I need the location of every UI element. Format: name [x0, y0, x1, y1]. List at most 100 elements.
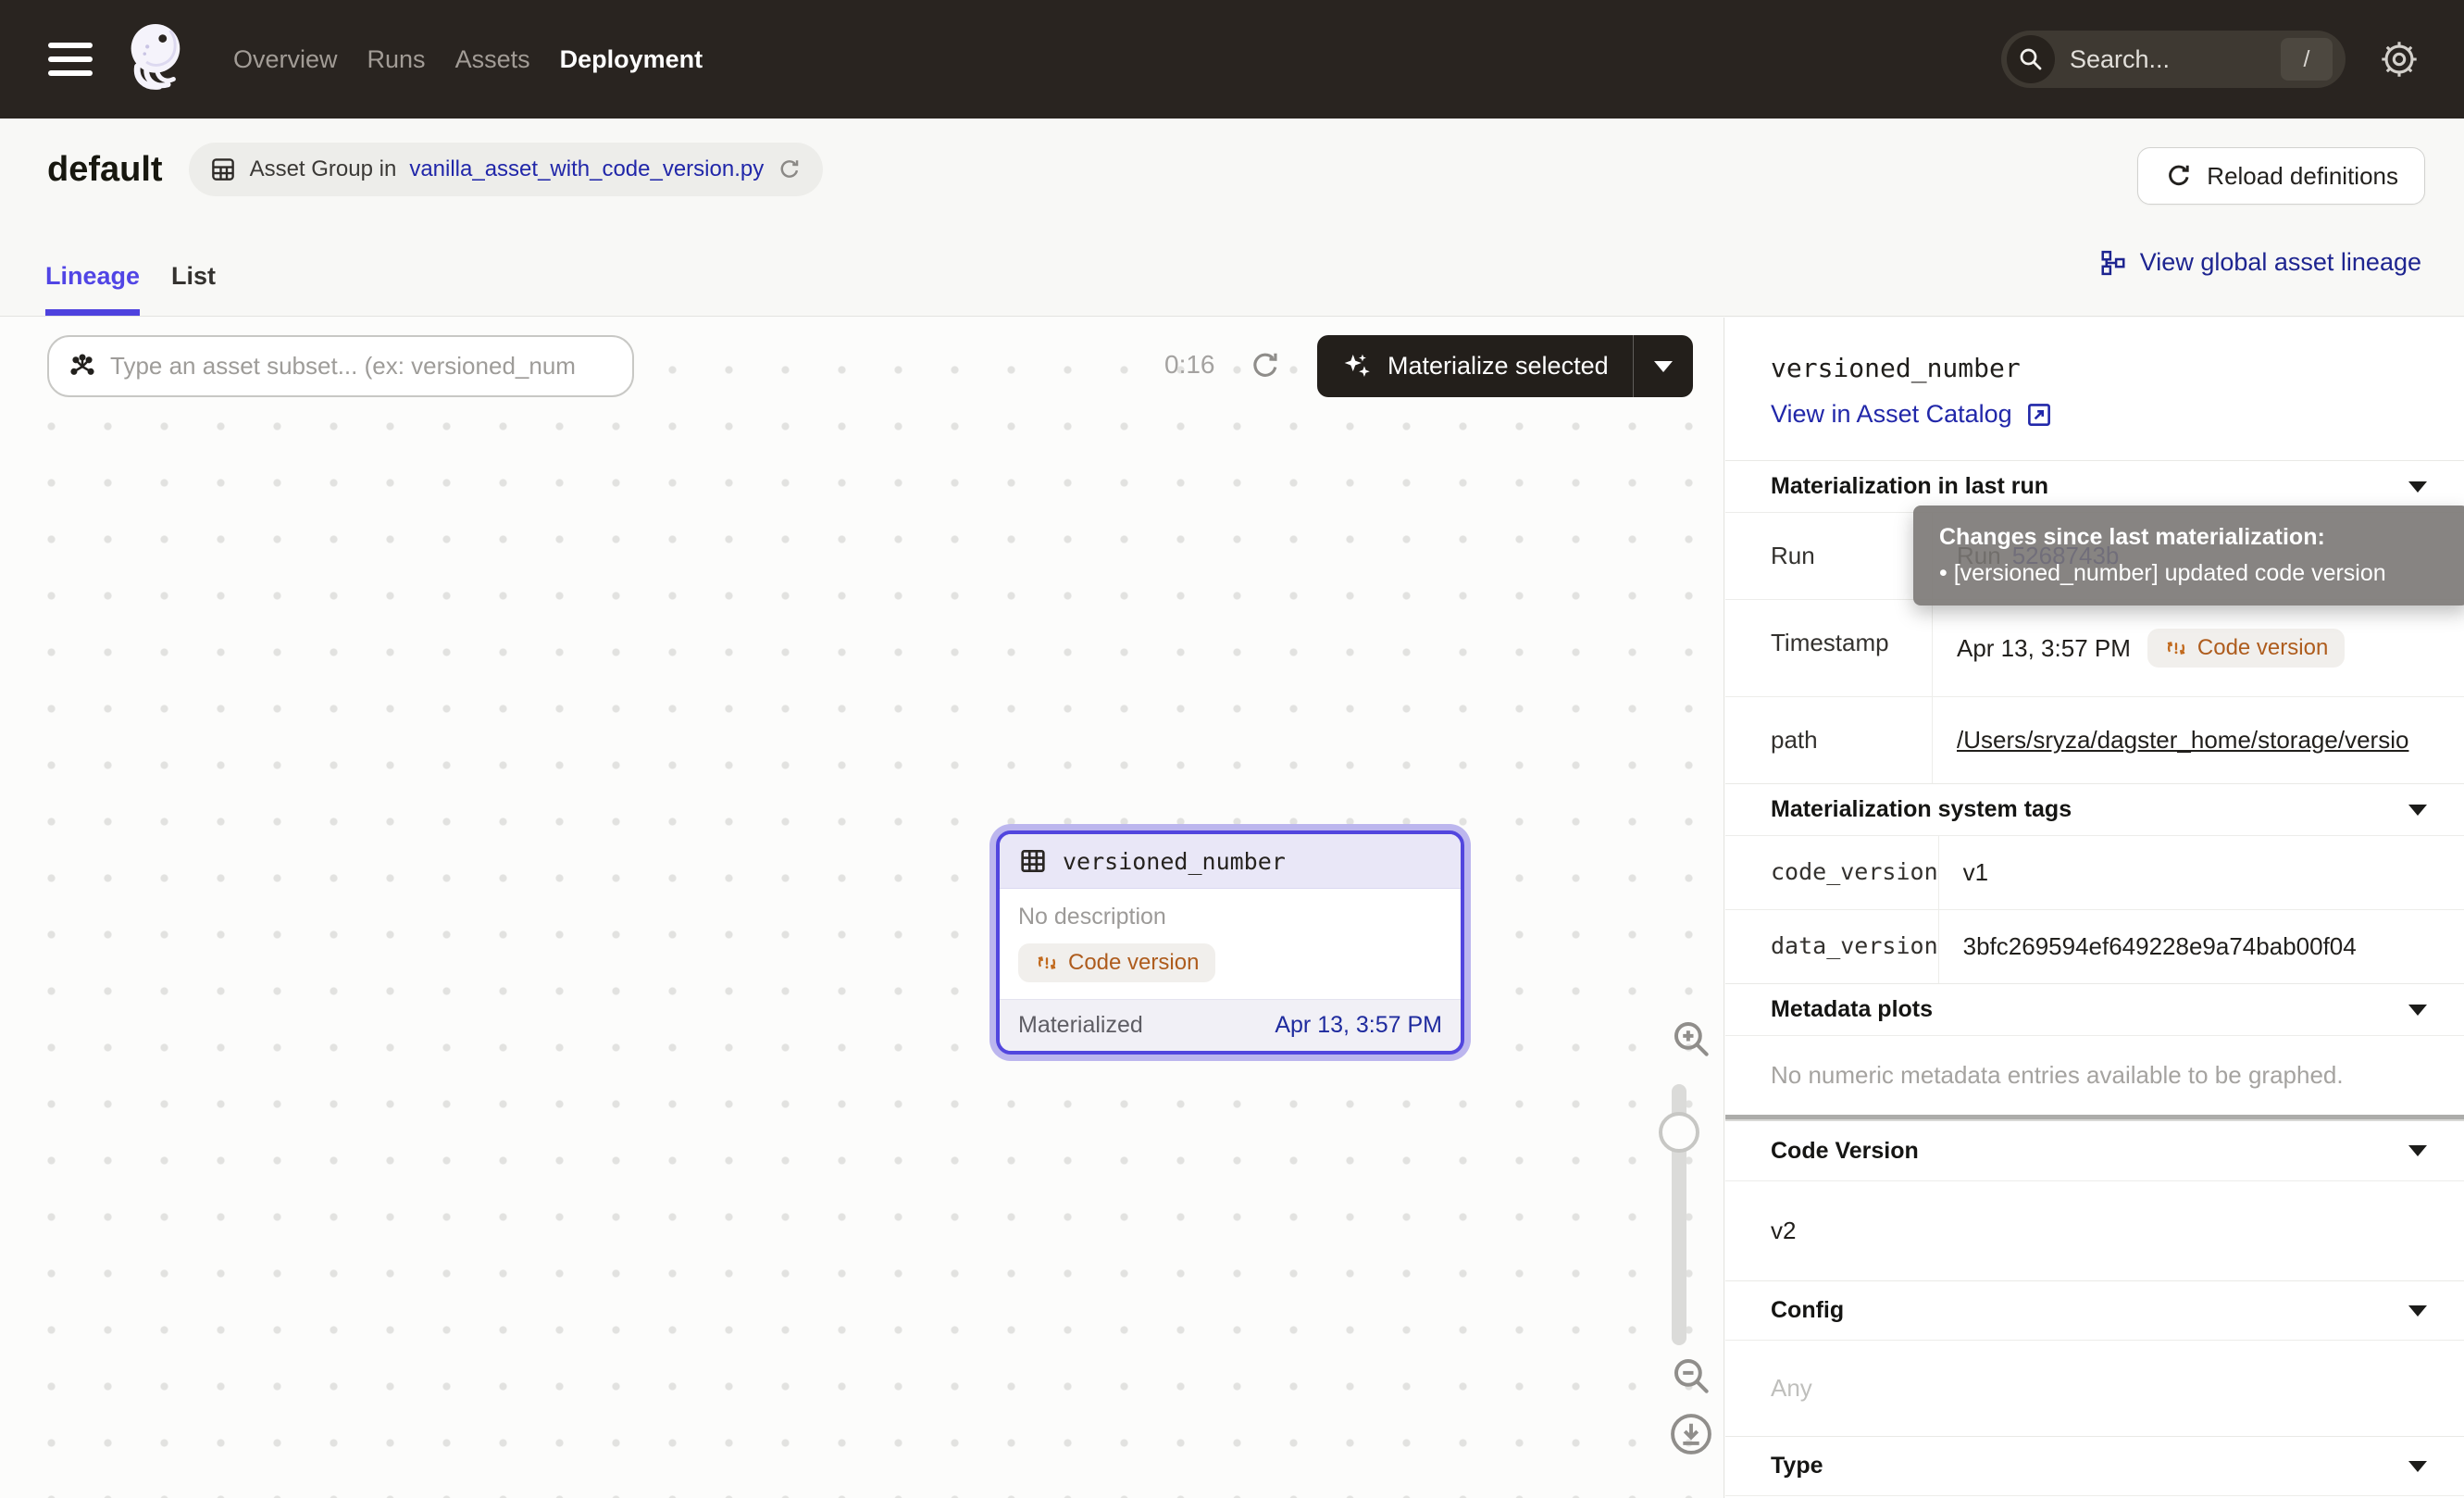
section-materialization-system-tags[interactable]: Materialization system tags [1725, 783, 2464, 835]
zoom-out-icon[interactable] [1668, 1353, 1714, 1399]
code-version-value-row: v2 [1725, 1180, 2464, 1280]
canvas-refresh-icon[interactable] [1248, 348, 1283, 383]
section-type[interactable]: Type [1725, 1436, 2464, 1495]
page-title: default [47, 150, 163, 190]
timestamp-value: Apr 13, 3:57 PM [1957, 634, 2131, 663]
caret-down-icon[interactable] [2408, 1461, 2427, 1472]
type-header-label: Type [1771, 1453, 1823, 1479]
nav-item-assets[interactable]: Assets [455, 45, 530, 74]
global-search[interactable]: / [2001, 31, 2346, 88]
panel-end-divider [1725, 1495, 2464, 1496]
section-metadata-plots[interactable]: Metadata plots [1725, 983, 2464, 1035]
timestamp-row: Timestamp Apr 13, 3:57 PM Code version [1725, 599, 2464, 696]
refresh-countdown: 0:16 [1164, 350, 1215, 380]
tab-list[interactable]: List [171, 262, 216, 316]
path-row-label: path [1725, 697, 1933, 783]
hamburger-menu-icon[interactable] [48, 43, 93, 76]
asset-node-versioned-number[interactable]: versioned_number No description Code ver… [996, 830, 1464, 1055]
search-shortcut-key: / [2281, 38, 2333, 81]
path-row-value: /Users/sryza/dagster_home/storage/versio [1933, 697, 2464, 783]
data-version-tag-key: data_version [1725, 910, 1939, 983]
app-root: Overview Runs Assets Deployment / [0, 0, 2464, 1498]
dagster-octopus-icon [118, 19, 190, 99]
reload-definitions-button[interactable]: Reload definitions [2137, 147, 2425, 205]
nav-item-deployment[interactable]: Deployment [560, 45, 703, 74]
sparkles-icon [1341, 351, 1373, 382]
navbar-right: / [2001, 31, 2420, 88]
asset-node-header: versioned_number [1000, 834, 1461, 889]
section-materialization-in-last-run[interactable]: Materialization in last run [1725, 460, 2464, 512]
asset-node-badges: Code version [1000, 934, 1461, 999]
external-link-icon [2025, 401, 2053, 429]
sync-alert-icon [1035, 951, 1059, 975]
view-global-asset-lineage-link[interactable]: View global asset lineage [2099, 248, 2421, 277]
view-tabs: Lineage List [45, 262, 216, 316]
code-version-tag-key: code_version [1725, 836, 1939, 909]
materialized-label: Materialized [1018, 1012, 1143, 1039]
lineage-graph-icon [2099, 249, 2127, 277]
caret-down-icon[interactable] [2408, 805, 2427, 816]
table-icon [1018, 846, 1048, 876]
materialize-label: Materialize selected [1388, 352, 1609, 381]
catalog-link-label: View in Asset Catalog [1771, 400, 2012, 429]
timestamp-code-version-badge: Code version [2147, 629, 2345, 668]
nav-item-overview[interactable]: Overview [233, 45, 338, 74]
code-version-badge-label: Code version [1068, 950, 1199, 976]
section-config[interactable]: Config [1725, 1280, 2464, 1340]
metadata-plots-header-label: Metadata plots [1771, 996, 1933, 1023]
tooltip-title: Changes since last materialization: [1939, 524, 2443, 551]
global-lineage-label: View global asset lineage [2140, 248, 2421, 277]
system-tags-header-label: Materialization system tags [1771, 796, 2072, 823]
nav-item-runs[interactable]: Runs [367, 45, 426, 74]
nav-menu: Overview Runs Assets Deployment [233, 45, 703, 74]
reload-definitions-label: Reload definitions [2207, 162, 2398, 191]
view-in-asset-catalog-link[interactable]: View in Asset Catalog [1771, 400, 2464, 429]
materialize-dropdown-toggle[interactable] [1634, 335, 1693, 397]
timestamp-row-label: Timestamp [1725, 600, 1933, 696]
asset-graph-asterisk-icon [68, 352, 97, 381]
panel-head: versioned_number View in Asset Catalog [1725, 318, 2464, 460]
materialize-main[interactable]: Materialize selected [1317, 335, 1633, 397]
panel-asset-title: versioned_number [1771, 353, 2464, 383]
config-header-label: Config [1771, 1297, 1844, 1324]
code-version-tag-value: v1 [1939, 836, 2464, 909]
timestamp-row-value: Apr 13, 3:57 PM Code version [1933, 600, 2464, 696]
caret-down-icon[interactable] [2408, 1305, 2427, 1317]
metadata-plots-empty-message: No numeric metadata entries available to… [1725, 1035, 2464, 1115]
zoom-in-icon[interactable] [1668, 1016, 1714, 1062]
code-version-badge: Code version [1018, 943, 1215, 982]
code-version-header-label: Code Version [1771, 1138, 1919, 1165]
gear-icon[interactable] [2379, 39, 2420, 80]
dagster-logo[interactable] [113, 13, 194, 106]
zoom-slider-handle[interactable] [1659, 1112, 1699, 1153]
panel-splitter[interactable] [1725, 1115, 2464, 1121]
tooltip-bullet-item: • [versioned_number] updated code versio… [1939, 560, 2443, 587]
materialization-header-label: Materialization in last run [1771, 473, 2048, 500]
materialize-selected-button[interactable]: Materialize selected [1317, 335, 1693, 397]
breadcrumb-refresh-icon[interactable] [777, 156, 803, 182]
lineage-canvas[interactable]: 0:16 Materialize selected [0, 318, 1724, 1498]
section-code-version[interactable]: Code Version [1725, 1121, 2464, 1180]
caret-down-icon[interactable] [2408, 1005, 2427, 1016]
download-image-icon[interactable] [1667, 1410, 1715, 1458]
tab-lineage[interactable]: Lineage [45, 262, 140, 316]
breadcrumb-file-link[interactable]: vanilla_asset_with_code_version.py [409, 156, 764, 182]
reload-icon [2164, 161, 2194, 191]
asset-group-grid-icon [209, 156, 237, 183]
materialized-time[interactable]: Apr 13, 3:57 PM [1275, 1012, 1442, 1039]
asset-node-description: No description [1000, 889, 1461, 934]
data-version-tag-value: 3bfc269594ef649228e9a74bab00f04 [1939, 910, 2464, 983]
path-row: path /Users/sryza/dagster_home/storage/v… [1725, 696, 2464, 783]
data-version-tag-row: data_version 3bfc269594ef649228e9a74bab0… [1725, 909, 2464, 983]
asset-subset-filter[interactable] [47, 335, 634, 397]
path-link[interactable]: /Users/sryza/dagster_home/storage/versio [1957, 726, 2408, 755]
title-row: default Asset Group in vanilla_asset_wit… [47, 143, 823, 196]
caret-down-icon[interactable] [2408, 1145, 2427, 1156]
search-icon [2007, 35, 2055, 83]
page-header: default Asset Group in vanilla_asset_wit… [0, 119, 2464, 317]
search-input[interactable] [2070, 45, 2281, 74]
asset-subset-input[interactable] [110, 352, 614, 381]
top-navbar: Overview Runs Assets Deployment / [0, 0, 2464, 119]
caret-down-icon[interactable] [2408, 481, 2427, 493]
config-value-row: Any [1725, 1340, 2464, 1436]
